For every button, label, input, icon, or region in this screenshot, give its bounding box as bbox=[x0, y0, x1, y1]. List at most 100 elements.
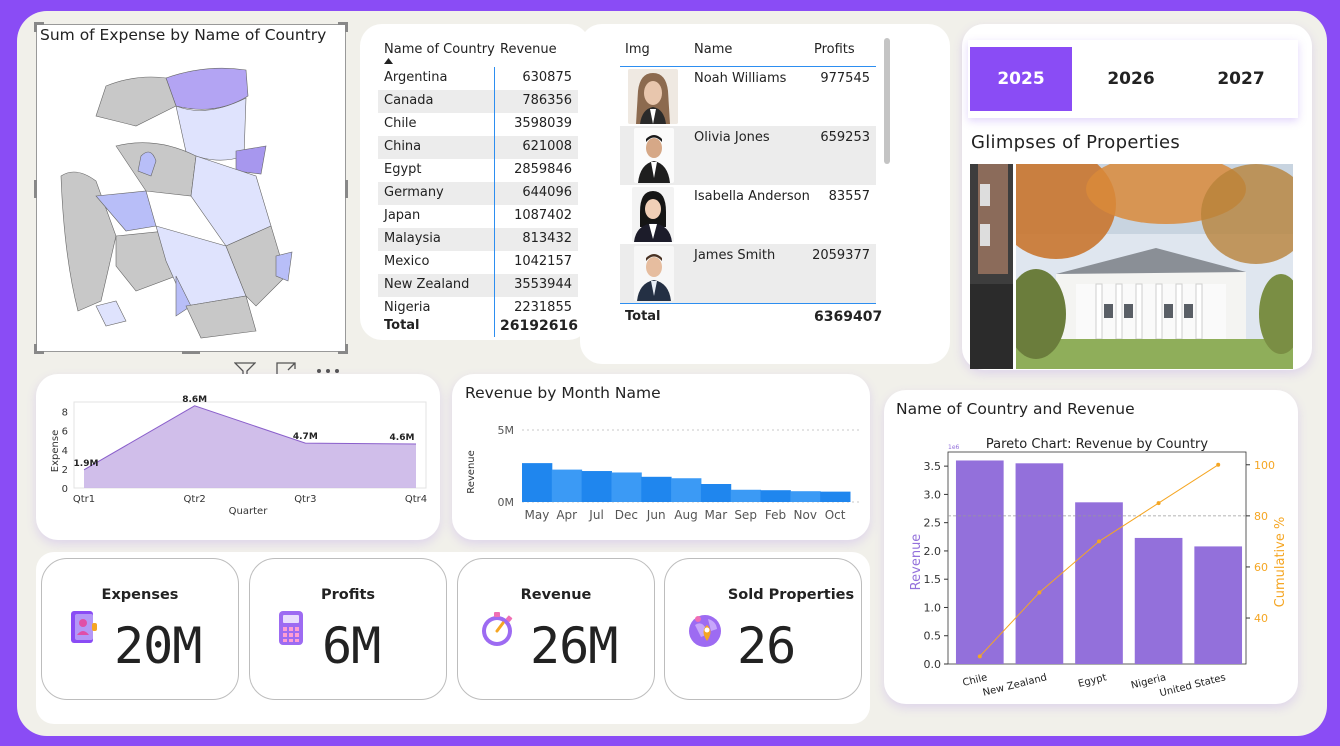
revenue-cell: 786356 bbox=[522, 93, 572, 108]
area-segment bbox=[790, 491, 821, 502]
person-photo bbox=[634, 128, 674, 183]
area-segment bbox=[581, 471, 612, 502]
country-cell: Canada bbox=[384, 93, 434, 108]
x-tick-label: Jul bbox=[588, 508, 603, 522]
y2-tick-label: 60 bbox=[1254, 561, 1268, 574]
revenue-total-label: Total bbox=[384, 318, 420, 333]
table-row[interactable]: Isabella Anderson 83557 bbox=[620, 185, 876, 244]
table-row[interactable]: Malaysia 813432 bbox=[378, 228, 578, 251]
person-name: James Smith bbox=[694, 248, 776, 263]
property-photo[interactable] bbox=[1016, 164, 1293, 369]
profits-table-scrollbar[interactable] bbox=[884, 38, 890, 164]
resize-handle[interactable] bbox=[345, 344, 348, 354]
property-photo-partial[interactable] bbox=[970, 164, 1013, 369]
y2-tick-label: 100 bbox=[1254, 459, 1275, 472]
resize-handle[interactable] bbox=[34, 180, 37, 198]
x-tick-label: New Zealand bbox=[982, 672, 1048, 698]
x-tick-label: Dec bbox=[615, 508, 638, 522]
x-tick-label: Qtr3 bbox=[294, 494, 316, 505]
bar bbox=[955, 460, 1004, 664]
gallery-title: Glimpses of Properties bbox=[971, 132, 1181, 153]
revenue-cell: 3553944 bbox=[514, 277, 572, 292]
y-tick-label: 1.5 bbox=[924, 573, 942, 586]
resize-handle[interactable] bbox=[34, 22, 37, 32]
person-photo bbox=[634, 246, 674, 301]
kpi-revenue: Revenue 26M bbox=[457, 558, 655, 700]
area-segment bbox=[611, 472, 642, 502]
person-name: Noah Williams bbox=[694, 71, 787, 86]
area-segment bbox=[671, 478, 702, 502]
bar bbox=[1134, 537, 1183, 664]
area-segment bbox=[760, 490, 791, 502]
revenue-by-month-chart[interactable]: 0M 5M May Apr Jul Dec Jun Aug Mar Sep Feb Nov Oct Rev… bbox=[458, 410, 864, 528]
column-header-profits[interactable]: Profits bbox=[814, 42, 855, 57]
area-segment bbox=[551, 469, 583, 502]
y-tick-label: 1.0 bbox=[924, 601, 942, 614]
calculator-icon bbox=[279, 611, 303, 645]
column-header-img[interactable]: Img bbox=[625, 42, 650, 57]
y2-tick-label: 80 bbox=[1254, 510, 1268, 523]
cumulative-point bbox=[1216, 462, 1221, 467]
table-row[interactable]: James Smith 2059377 bbox=[620, 244, 876, 303]
table-row[interactable]: Germany 644096 bbox=[378, 182, 578, 205]
column-header-revenue[interactable]: Revenue bbox=[500, 42, 557, 57]
cumulative-point bbox=[1156, 501, 1161, 506]
year-button-2026[interactable]: 2026 bbox=[1080, 47, 1182, 111]
resize-handle[interactable] bbox=[34, 344, 37, 354]
revenue-cell: 644096 bbox=[522, 185, 572, 200]
table-row[interactable]: Egypt 2859846 bbox=[378, 159, 578, 182]
y-tick-label: 2 bbox=[62, 465, 68, 476]
table-row[interactable]: China 621008 bbox=[378, 136, 578, 159]
country-cell: China bbox=[384, 139, 422, 154]
kpi-label: Revenue bbox=[520, 587, 592, 603]
stopwatch-icon bbox=[482, 612, 513, 646]
profits-total-value: 6369407 bbox=[814, 309, 883, 325]
table-row[interactable]: Argentina 630875 bbox=[378, 67, 578, 90]
resize-handle[interactable] bbox=[182, 351, 200, 354]
pareto-chart[interactable]: Pareto Chart: Revenue by Country 1e6 0.0 0.… bbox=[890, 432, 1294, 698]
bar bbox=[1075, 502, 1123, 664]
bar bbox=[1015, 463, 1064, 664]
kpi-profits: Profits 6M bbox=[249, 558, 447, 700]
y2-axis-title: Cumulative % bbox=[1273, 517, 1288, 608]
x-tick-label: Qtr1 bbox=[73, 494, 95, 505]
year-button-2027[interactable]: 2027 bbox=[1190, 47, 1292, 111]
kpi-expenses: Expenses 20M bbox=[41, 558, 239, 700]
area-segment bbox=[730, 489, 762, 502]
table-row[interactable]: Nigeria 2231855 bbox=[378, 297, 578, 320]
column-header-country[interactable]: Name of Country bbox=[384, 42, 495, 57]
x-tick-label: Qtr4 bbox=[405, 494, 427, 505]
table-row[interactable]: Mexico 1042157 bbox=[378, 251, 578, 274]
x-tick-label: United States bbox=[1159, 672, 1227, 698]
table-row[interactable]: Canada 786356 bbox=[378, 90, 578, 113]
area-segment bbox=[820, 491, 851, 502]
table-row[interactable]: Noah Williams 977545 bbox=[620, 67, 876, 126]
revenue-table-body: Argentina 630875 Canada 786356 Chile 359803… bbox=[378, 67, 578, 320]
x-tick-label: Aug bbox=[674, 508, 697, 522]
table-row[interactable]: New Zealand 3553944 bbox=[378, 274, 578, 297]
year-button-2025[interactable]: 2025 bbox=[970, 47, 1072, 111]
profits-cell: 2059377 bbox=[812, 248, 870, 263]
expense-area-chart[interactable]: 0 2 4 6 8 Qtr1 1.9M Qtr2 8.6M Qtr3 4.7M Qtr4 4.6M Qua… bbox=[40, 392, 436, 522]
country-cell: Mexico bbox=[384, 254, 430, 269]
person-name: Isabella Anderson bbox=[694, 189, 810, 204]
map-pin-globe-icon bbox=[689, 615, 721, 647]
sort-ascending-icon bbox=[384, 58, 393, 64]
world-map[interactable] bbox=[56, 56, 336, 346]
column-header-name[interactable]: Name bbox=[694, 42, 732, 57]
cumulative-point bbox=[977, 654, 982, 659]
table-row[interactable]: Olivia Jones 659253 bbox=[620, 126, 876, 185]
kpi-label: Profits bbox=[320, 587, 376, 603]
y-scale-note: 1e6 bbox=[948, 444, 960, 451]
revenue-cell: 813432 bbox=[522, 231, 572, 246]
y-tick-label: 0.5 bbox=[924, 630, 942, 643]
table-row[interactable]: Japan 1087402 bbox=[378, 205, 578, 228]
resize-handle[interactable] bbox=[345, 22, 348, 32]
revenue-cell: 630875 bbox=[522, 70, 572, 85]
data-label: 8.6M bbox=[182, 395, 207, 405]
resize-handle[interactable] bbox=[345, 180, 348, 198]
table-row[interactable]: Chile 3598039 bbox=[378, 113, 578, 136]
country-cell: Nigeria bbox=[384, 300, 431, 315]
map-title: Sum of Expense by Name of Country bbox=[40, 26, 327, 44]
kpi-label: Sold Properties bbox=[727, 587, 855, 603]
